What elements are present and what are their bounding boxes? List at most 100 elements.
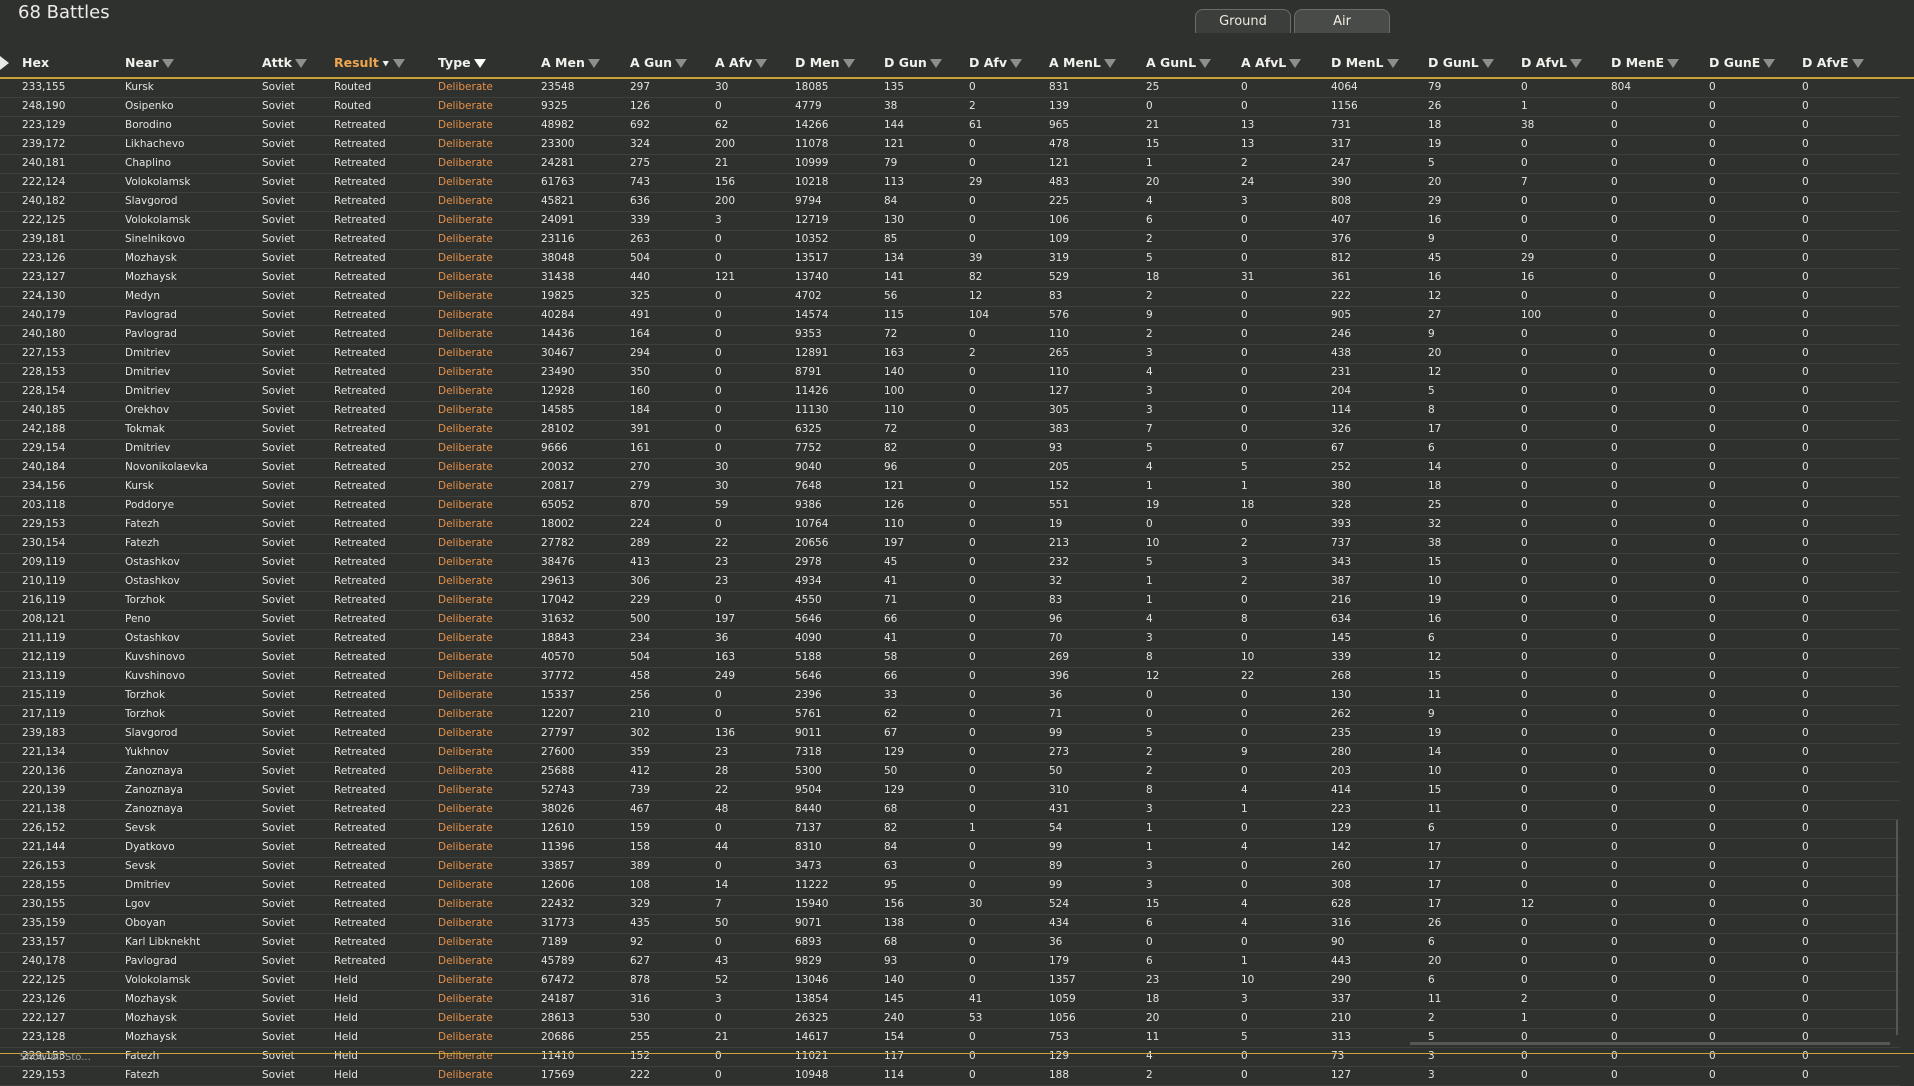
- table-row[interactable]: 222,127 Mozhaysk Soviet Held Deliberate 28613…: [0, 1010, 1900, 1029]
- table-row[interactable]: 203,118 Poddorye Soviet Retreated Deliberate…: [0, 497, 1900, 516]
- table-row[interactable]: 220,139 Zanoznaya Soviet Retreated Deliberat…: [0, 782, 1900, 801]
- table-row[interactable]: 248,190 Osipenko Soviet Routed Deliberate 932…: [0, 98, 1900, 117]
- table-row[interactable]: 229,154 Dmitriev Soviet Retreated Deliberate…: [0, 440, 1900, 459]
- table-row[interactable]: 223,127 Mozhaysk Soviet Retreated Deliberate…: [0, 269, 1900, 288]
- filter-icon[interactable]: [294, 59, 307, 68]
- column-header-a-men[interactable]: A Men: [541, 55, 600, 70]
- table-row[interactable]: 240,185 Orekhov Soviet Retreated Deliberate 1…: [0, 402, 1900, 421]
- table-row[interactable]: 228,155 Dmitriev Soviet Retreated Deliberate…: [0, 877, 1900, 896]
- column-header-near[interactable]: Near: [125, 55, 174, 70]
- filter-icon[interactable]: [1103, 59, 1116, 68]
- expand-arrow-icon[interactable]: [0, 56, 9, 70]
- table-row[interactable]: 208,121 Peno Soviet Retreated Deliberate 3163…: [0, 611, 1900, 630]
- table-row[interactable]: 223,126 Mozhaysk Soviet Held Deliberate 24187…: [0, 991, 1900, 1010]
- table-row[interactable]: 210,119 Ostashkov Soviet Retreated Deliberat…: [0, 573, 1900, 592]
- filter-icon[interactable]: [675, 59, 688, 68]
- table-row[interactable]: 240,182 Slavgorod Soviet Retreated Deliberat…: [0, 193, 1900, 212]
- table-row[interactable]: 228,153 Dmitriev Soviet Retreated Deliberate…: [0, 364, 1900, 383]
- column-header-d-gunl[interactable]: D GunL: [1428, 55, 1494, 70]
- table-row[interactable]: 242,188 Tokmak Soviet Retreated Deliberate 28…: [0, 421, 1900, 440]
- table-row[interactable]: 223,126 Mozhaysk Soviet Retreated Deliberate…: [0, 250, 1900, 269]
- column-header-attk[interactable]: Attk: [262, 55, 307, 70]
- table-row[interactable]: 223,128 Mozhaysk Soviet Held Deliberate 20686…: [0, 1029, 1900, 1048]
- column-header-a-afvl[interactable]: A AfvL: [1241, 55, 1302, 70]
- table-row[interactable]: 230,154 Fatezh Soviet Retreated Deliberate 27…: [0, 535, 1900, 554]
- table-row[interactable]: 240,179 Pavlograd Soviet Retreated Deliberat…: [0, 307, 1900, 326]
- column-header-d-gun[interactable]: D Gun: [884, 55, 942, 70]
- filter-icon[interactable]: [1667, 59, 1680, 68]
- filter-icon[interactable]: [842, 59, 855, 68]
- filter-icon[interactable]: [473, 59, 486, 68]
- table-row[interactable]: 212,119 Kuvshinovo Soviet Retreated Delibera…: [0, 649, 1900, 668]
- horizontal-scrollbar[interactable]: [1410, 1042, 1890, 1045]
- filter-icon[interactable]: [1289, 59, 1302, 68]
- table-row[interactable]: 211,119 Ostashkov Soviet Retreated Deliberat…: [0, 630, 1900, 649]
- table-row[interactable]: 213,119 Kuvshinovo Soviet Retreated Delibera…: [0, 668, 1900, 687]
- column-header-result[interactable]: Result ⯆: [334, 55, 405, 70]
- table-row[interactable]: 240,178 Pavlograd Soviet Retreated Deliberat…: [0, 953, 1900, 972]
- table-row[interactable]: 229,153 Fatezh Soviet Held Deliberate 11410 15…: [0, 1048, 1900, 1067]
- tab-air[interactable]: Air: [1294, 9, 1390, 33]
- filter-icon[interactable]: [1199, 59, 1212, 68]
- table-row[interactable]: 233,155 Kursk Soviet Routed Deliberate 23548 2…: [0, 79, 1900, 98]
- table-row[interactable]: 229,153 Fatezh Soviet Retreated Deliberate 18…: [0, 516, 1900, 535]
- filter-icon[interactable]: [1481, 59, 1494, 68]
- vertical-scrollbar[interactable]: [1896, 820, 1898, 1035]
- table-row[interactable]: 226,152 Sevsk Soviet Retreated Deliberate 126…: [0, 820, 1900, 839]
- sort-descending-icon[interactable]: ⯆: [382, 59, 390, 70]
- table-row[interactable]: 221,138 Zanoznaya Soviet Retreated Deliberat…: [0, 801, 1900, 820]
- table-row[interactable]: 228,154 Dmitriev Soviet Retreated Deliberate…: [0, 383, 1900, 402]
- column-header-d-menl[interactable]: D MenL: [1331, 55, 1399, 70]
- table-row[interactable]: 230,155 Lgov Soviet Retreated Deliberate 2243…: [0, 896, 1900, 915]
- table-row[interactable]: 227,153 Dmitriev Soviet Retreated Deliberate…: [0, 345, 1900, 364]
- table-row[interactable]: 226,153 Sevsk Soviet Retreated Deliberate 338…: [0, 858, 1900, 877]
- cell-attk: Soviet: [262, 632, 295, 644]
- cell-result: Held: [334, 1050, 358, 1062]
- column-header-d-afvl[interactable]: D AfvL: [1521, 55, 1582, 70]
- column-header-hex[interactable]: Hex: [22, 55, 49, 70]
- filter-icon[interactable]: [755, 59, 768, 68]
- table-row[interactable]: 220,136 Zanoznaya Soviet Retreated Deliberat…: [0, 763, 1900, 782]
- table-row[interactable]: 239,181 Sinelnikovo Soviet Retreated Deliber…: [0, 231, 1900, 250]
- column-header-d-mene[interactable]: D MenE: [1611, 55, 1680, 70]
- table-row[interactable]: 229,153 Fatezh Soviet Held Deliberate 17569 22…: [0, 1067, 1900, 1086]
- filter-icon[interactable]: [1763, 59, 1776, 68]
- filter-icon[interactable]: [161, 59, 174, 68]
- column-header-d-afv[interactable]: D Afv: [969, 55, 1022, 70]
- table-row[interactable]: 240,184 Novonikolaevka Soviet Retreated Deli…: [0, 459, 1900, 478]
- table-row[interactable]: 239,172 Likhachevo Soviet Retreated Delibera…: [0, 136, 1900, 155]
- table-row[interactable]: 235,159 Oboyan Soviet Retreated Deliberate 31…: [0, 915, 1900, 934]
- tab-ground[interactable]: Ground: [1195, 9, 1291, 33]
- table-row[interactable]: 221,144 Dyatkovo Soviet Retreated Deliberate…: [0, 839, 1900, 858]
- column-header-type[interactable]: Type: [438, 55, 486, 70]
- filter-icon[interactable]: [1386, 59, 1399, 68]
- filter-icon[interactable]: [1010, 59, 1022, 68]
- filter-icon[interactable]: [929, 59, 942, 68]
- column-header-a-afv[interactable]: A Afv: [715, 55, 768, 70]
- column-header-d-men[interactable]: D Men: [795, 55, 855, 70]
- table-row[interactable]: 221,134 Yukhnov Soviet Retreated Deliberate 2…: [0, 744, 1900, 763]
- filter-icon[interactable]: [587, 59, 600, 68]
- table-row[interactable]: 209,119 Ostashkov Soviet Retreated Deliberat…: [0, 554, 1900, 573]
- column-header-a-gunl[interactable]: A GunL: [1146, 55, 1212, 70]
- column-header-d-afve[interactable]: D AfvE: [1802, 55, 1864, 70]
- table-row[interactable]: 233,157 Karl Libknekht Soviet Retreated Deli…: [0, 934, 1900, 953]
- column-header-d-gune[interactable]: D GunE: [1709, 55, 1776, 70]
- column-header-a-menl[interactable]: A MenL: [1049, 55, 1116, 70]
- filter-icon[interactable]: [392, 59, 405, 68]
- table-row[interactable]: 223,129 Borodino Soviet Retreated Deliberate…: [0, 117, 1900, 136]
- table-row[interactable]: 240,180 Pavlograd Soviet Retreated Deliberat…: [0, 326, 1900, 345]
- table-row[interactable]: 216,119 Torzhok Soviet Retreated Deliberate 1…: [0, 592, 1900, 611]
- table-row[interactable]: 224,130 Medyn Soviet Retreated Deliberate 198…: [0, 288, 1900, 307]
- column-header-a-gun[interactable]: A Gun: [630, 55, 688, 70]
- table-row[interactable]: 222,124 Volokolamsk Soviet Retreated Deliber…: [0, 174, 1900, 193]
- table-row[interactable]: 217,119 Torzhok Soviet Retreated Deliberate 1…: [0, 706, 1900, 725]
- table-row[interactable]: 239,183 Slavgorod Soviet Retreated Deliberat…: [0, 725, 1900, 744]
- table-row[interactable]: 222,125 Volokolamsk Soviet Held Deliberate 67…: [0, 972, 1900, 991]
- table-row[interactable]: 234,156 Kursk Soviet Retreated Deliberate 208…: [0, 478, 1900, 497]
- table-row[interactable]: 215,119 Torzhok Soviet Retreated Deliberate 1…: [0, 687, 1900, 706]
- filter-icon[interactable]: [1569, 59, 1582, 68]
- table-row[interactable]: 222,125 Volokolamsk Soviet Retreated Deliber…: [0, 212, 1900, 231]
- table-row[interactable]: 240,181 Chaplino Soviet Retreated Deliberate…: [0, 155, 1900, 174]
- filter-icon[interactable]: [1851, 59, 1864, 68]
